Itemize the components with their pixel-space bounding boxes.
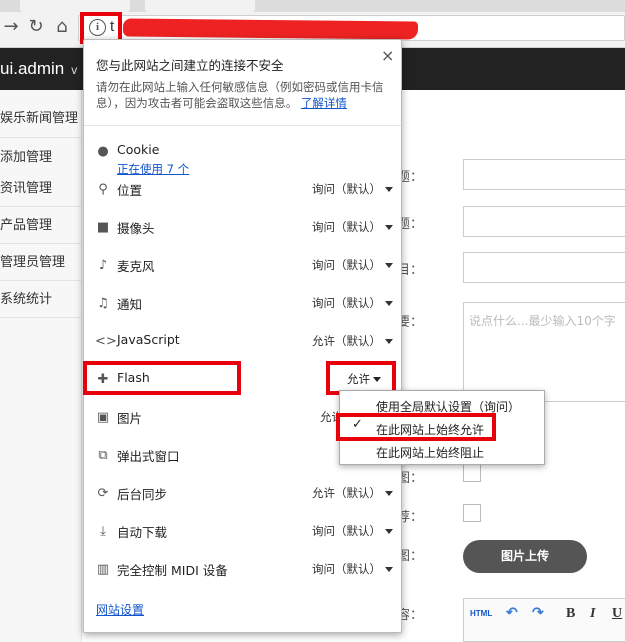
subtitle-input[interactable] <box>463 206 625 237</box>
image-icon: ▣ <box>96 410 110 425</box>
rich-text-editor[interactable]: HTML ↶ ↷ B I U <box>463 598 625 642</box>
title-input[interactable] <box>463 159 625 190</box>
cookie-icon: ● <box>97 144 109 159</box>
home-icon[interactable]: ⌂ <box>51 16 73 38</box>
permission-select[interactable]: 询问（默认） <box>312 295 393 311</box>
summary-textarea[interactable]: 说点什么...最少输入10个字 <box>463 302 625 402</box>
brand-name: ui.admin <box>0 59 65 78</box>
site-settings-link[interactable]: 网站设置 <box>96 601 144 618</box>
summary-placeholder: 说点什么...最少输入10个字 <box>469 314 616 328</box>
forward-icon[interactable]: → <box>0 16 22 38</box>
divider <box>84 125 401 126</box>
permission-name: JavaScript <box>117 332 180 347</box>
location-pin-icon: ⚲ <box>98 182 108 197</box>
permission-select[interactable]: 询问（默认） <box>312 181 393 197</box>
connection-warning-text: 请勿在此网站上输入任何敏感信息（例如密码或信用卡信息），因为攻击者可能会盗取这些… <box>96 79 392 111</box>
sync-icon: ⟳ <box>97 486 109 501</box>
permission-name: 图片 <box>117 411 143 426</box>
cookie-label: Cookie <box>117 142 160 157</box>
permission-row-javascript: <> JavaScript 允许（默认） <box>84 322 401 360</box>
permission-name: 后台同步 <box>117 487 168 502</box>
permission-name: 自动下载 <box>117 525 168 540</box>
image-checkbox[interactable] <box>463 464 481 482</box>
upload-image-button[interactable]: 图片上传 <box>463 540 587 573</box>
sidebar: 娱乐新闻管理 添加管理 资讯管理 产品管理 管理员管理 系统统计 <box>0 90 82 642</box>
permission-row-camera: ■ 摄像头 询问（默认） <box>84 208 401 246</box>
bold-button[interactable]: B <box>566 604 575 624</box>
sidebar-item-products[interactable]: 产品管理 <box>0 207 82 244</box>
permission-select[interactable]: 允许（默认） <box>312 333 393 349</box>
permission-row-notifications: ♫ 通知 询问（默认） <box>84 284 401 322</box>
connection-warning-title: 您与此网站之间建立的连接不安全 <box>96 58 284 73</box>
permission-select[interactable]: 允许（默认） <box>312 485 393 501</box>
reload-icon[interactable]: ↻ <box>25 16 47 38</box>
permission-select[interactable]: 询问（默认） <box>312 561 393 577</box>
sidebar-item-info[interactable]: 资讯管理 <box>0 170 82 207</box>
sidebar-item-admins[interactable]: 管理员管理 <box>0 244 82 281</box>
permission-row-midi: ▥ 完全控制 MIDI 设备 询问（默认） <box>84 550 401 588</box>
permission-row-microphone: ♪ 麦克风 询问（默认） <box>84 246 401 284</box>
always-allow-highlight-box <box>336 413 496 441</box>
column-input[interactable] <box>463 252 625 283</box>
redaction-mark <box>122 18 419 40</box>
permission-name: 完全控制 MIDI 设备 <box>117 563 228 578</box>
redo-icon[interactable]: ↷ <box>532 604 544 624</box>
permission-name: 通知 <box>117 297 143 312</box>
code-icon: <> <box>95 334 117 349</box>
brand-version: v <box>71 63 78 77</box>
permission-name: 弹出式窗口 <box>117 449 180 464</box>
midi-icon: ▥ <box>96 562 110 577</box>
permission-select[interactable]: 询问（默认） <box>312 523 393 539</box>
microphone-icon: ♪ <box>98 258 108 273</box>
html-button[interactable]: HTML <box>470 604 492 624</box>
option-always-block[interactable]: 在此网站上始终阻止 <box>376 444 484 461</box>
close-icon[interactable]: × <box>381 46 394 65</box>
site-info-popup: × 您与此网站之间建立的连接不安全 请勿在此网站上输入任何敏感信息（例如密码或信… <box>83 39 402 633</box>
recommend-checkbox[interactable] <box>463 504 481 522</box>
bell-icon: ♫ <box>97 296 109 311</box>
permission-row-location: ⚲ 位置 询问（默认） <box>84 170 401 208</box>
sidebar-item-news[interactable]: 娱乐新闻管理 <box>0 100 82 138</box>
undo-icon[interactable]: ↶ <box>506 604 518 624</box>
sidebar-item-stats[interactable]: 系统统计 <box>0 281 82 318</box>
learn-more-link[interactable]: 了解详情 <box>301 96 347 110</box>
permission-name: 麦克风 <box>117 259 155 274</box>
italic-button[interactable]: I <box>590 604 595 624</box>
address-text: t <box>110 18 115 35</box>
permission-row-background-sync: ⟳ 后台同步 允许（默认） <box>84 474 401 512</box>
info-icon: i <box>89 19 106 36</box>
popup-icon: ⧉ <box>98 448 108 463</box>
download-icon: ⤓ <box>100 524 106 539</box>
camera-icon: ■ <box>96 220 110 235</box>
permission-name: 位置 <box>117 183 143 198</box>
tab[interactable] <box>20 0 130 12</box>
brand[interactable]: ui.admin v <box>0 48 77 90</box>
underline-button[interactable]: U <box>612 604 622 624</box>
permission-name: 摄像头 <box>117 221 155 236</box>
permission-select[interactable]: 询问（默认） <box>312 257 393 273</box>
flash-highlight-box <box>83 361 241 395</box>
tab[interactable] <box>145 0 255 12</box>
permission-row-auto-download: ⤓ 自动下载 询问（默认） <box>84 512 401 550</box>
flash-permission-select[interactable]: 允许 <box>347 371 381 387</box>
tab-strip <box>0 0 625 12</box>
permission-select[interactable]: 询问（默认） <box>312 219 393 235</box>
